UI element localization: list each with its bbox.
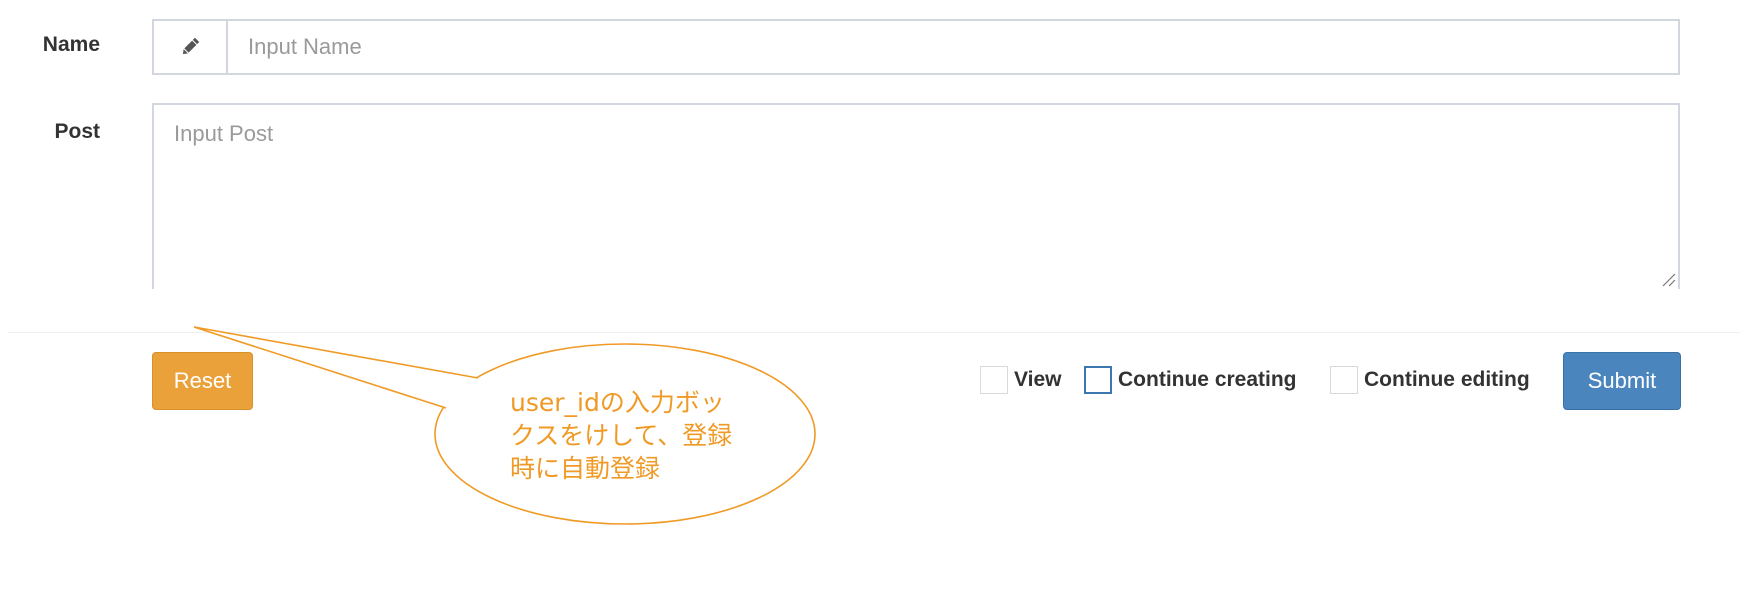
checkbox-box[interactable] (980, 366, 1008, 394)
form-page: Name Post Reset View Continue creat (0, 0, 1748, 598)
name-input[interactable] (228, 21, 1678, 73)
callout-balloon (193, 326, 816, 525)
resize-grip-icon[interactable] (1660, 271, 1676, 287)
name-input-group (152, 19, 1680, 75)
post-textarea-wrapper (152, 103, 1680, 289)
reset-button[interactable]: Reset (152, 352, 253, 410)
checkbox-label: View (1014, 368, 1062, 391)
post-textarea[interactable] (154, 105, 1678, 289)
name-label: Name (42, 33, 100, 56)
continue-editing-checkbox[interactable]: Continue editing (1330, 364, 1530, 396)
checkbox-label: Continue editing (1364, 368, 1530, 391)
view-checkbox[interactable]: View (980, 364, 1061, 396)
checkbox-label: Continue creating (1118, 368, 1297, 391)
continue-creating-checkbox[interactable]: Continue creating (1084, 364, 1297, 396)
post-label: Post (54, 120, 100, 143)
callout-text: user_idの入力ボックスをけして、登録時に自動登録 (510, 388, 733, 483)
footer-divider (8, 332, 1740, 333)
checkbox-box[interactable] (1084, 366, 1112, 394)
checkbox-box[interactable] (1330, 366, 1358, 394)
submit-button[interactable]: Submit (1563, 352, 1681, 410)
pencil-icon (154, 21, 228, 73)
